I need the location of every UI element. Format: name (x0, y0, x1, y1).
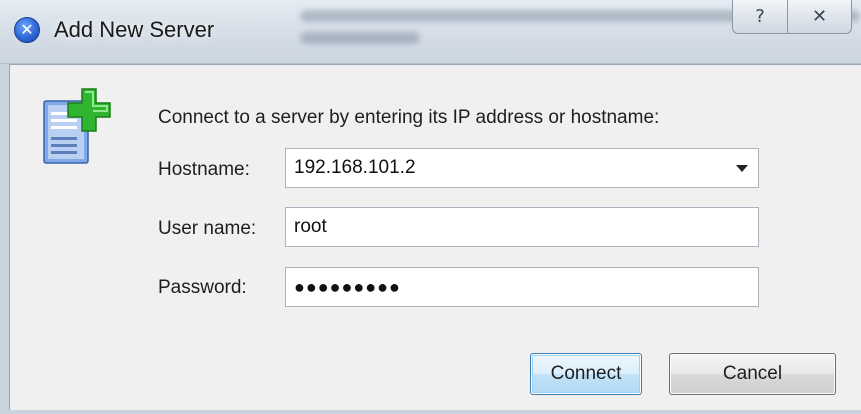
dialog-body: Connect to a server by entering its IP a… (9, 64, 861, 410)
hostname-value: 192.168.101.2 (294, 157, 416, 178)
hostname-label: Hostname: (158, 159, 250, 180)
cancel-button[interactable]: Cancel (669, 353, 836, 395)
help-icon: ? (755, 6, 765, 27)
server-add-icon (42, 85, 114, 167)
password-masked-value: ●●●●●●●●● (294, 276, 401, 297)
help-button[interactable]: ? (732, 0, 788, 34)
hostname-combobox[interactable]: 192.168.101.2 (285, 148, 759, 188)
close-icon: ✕ (811, 6, 828, 27)
connect-button[interactable]: Connect (530, 353, 642, 395)
username-input[interactable]: root (285, 207, 759, 247)
username-label: User name: (158, 218, 257, 239)
password-input[interactable]: ●●●●●●●●● (285, 267, 759, 307)
app-icon-glyph: ✕ (20, 20, 34, 39)
app-icon: ✕ (14, 17, 40, 43)
chevron-down-icon[interactable] (736, 165, 748, 172)
close-button[interactable]: ✕ (788, 0, 852, 34)
instruction-text: Connect to a server by entering its IP a… (158, 107, 660, 128)
window-title: Add New Server (54, 17, 215, 42)
username-value: root (294, 216, 327, 237)
password-label: Password: (158, 277, 247, 298)
title-bar[interactable]: ✕ Add New Server ? ✕ (0, 0, 861, 64)
caption-buttons: ? ✕ (732, 0, 852, 34)
